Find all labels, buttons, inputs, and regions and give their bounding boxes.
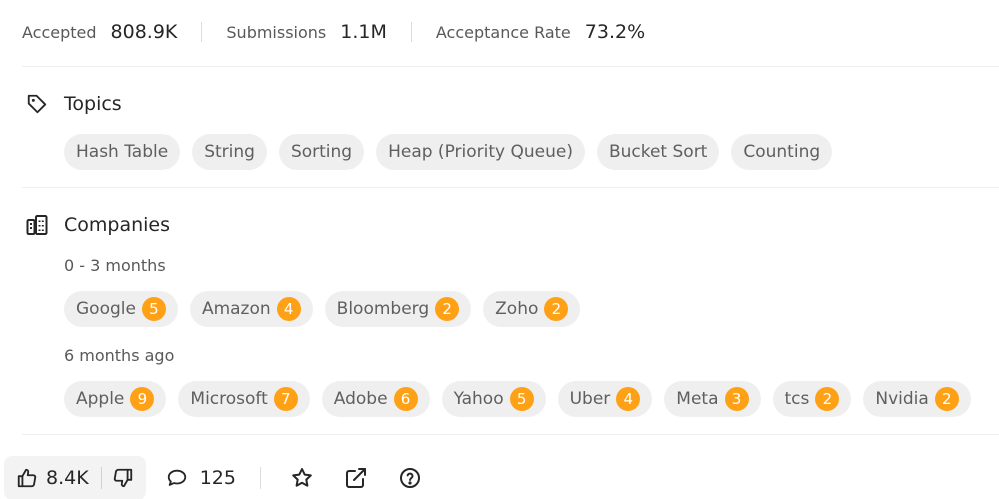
company-count-badge: 9 xyxy=(130,387,155,411)
company-count-badge: 6 xyxy=(393,387,418,411)
company-name: Yahoo xyxy=(453,389,504,409)
company-name: Google xyxy=(76,299,136,319)
divider xyxy=(259,467,261,489)
divider xyxy=(410,22,412,42)
building-icon xyxy=(24,212,50,238)
company-tag[interactable]: Adobe 6 xyxy=(321,381,430,417)
company-tags-recent: Google 5 Amazon 4 Bloomberg 2 Zoho 2 xyxy=(64,291,592,327)
company-tag[interactable]: tcs 2 xyxy=(772,381,852,417)
topics-title: Topics xyxy=(64,93,122,115)
company-count-badge: 3 xyxy=(724,387,749,411)
company-count-badge: 2 xyxy=(435,297,460,321)
company-name: Adobe xyxy=(333,389,388,409)
company-count-badge: 7 xyxy=(273,387,298,411)
company-tag[interactable]: Microsoft 7 xyxy=(178,381,310,417)
company-tag[interactable]: Meta 3 xyxy=(664,381,761,417)
company-name: Zoho xyxy=(495,299,539,319)
topic-tag[interactable]: Sorting xyxy=(278,134,365,170)
company-name: Uber xyxy=(569,389,611,409)
stat-accepted: Accepted 808.9K xyxy=(22,21,177,43)
company-count-badge: 2 xyxy=(815,387,840,411)
help-icon[interactable] xyxy=(397,465,423,491)
company-count-badge: 5 xyxy=(509,387,534,411)
tag-icon xyxy=(24,91,50,117)
group-label: 0 - 3 months xyxy=(64,256,166,275)
company-tag[interactable]: Zoho 2 xyxy=(483,291,581,327)
topic-tags: Hash Table String Sorting Heap (Priority… xyxy=(64,134,844,170)
company-count-badge: 4 xyxy=(616,387,641,411)
topic-tag[interactable]: Hash Table xyxy=(64,134,181,170)
company-tag[interactable]: Bloomberg 2 xyxy=(324,291,472,327)
stat-value: 73.2% xyxy=(584,21,646,43)
company-count-badge: 2 xyxy=(934,387,959,411)
topics-header[interactable]: Topics xyxy=(24,91,122,117)
company-tag[interactable]: Apple 9 xyxy=(64,381,167,417)
stat-submissions: Submissions 1.1M xyxy=(226,21,386,43)
company-tag[interactable]: Google 5 xyxy=(64,291,178,327)
company-name: Amazon xyxy=(201,299,271,319)
comment-icon xyxy=(166,467,188,489)
topic-tag[interactable]: Counting xyxy=(731,134,833,170)
topic-tag[interactable]: Heap (Priority Queue) xyxy=(376,134,585,170)
company-count-badge: 5 xyxy=(141,297,166,321)
comments-button[interactable]: 125 xyxy=(166,467,236,489)
company-tags-older: Apple 9 Microsoft 7 Adobe 6 Yahoo 5 Uber 4 Me… xyxy=(64,381,983,417)
action-bar: 8.4K 125 xyxy=(4,456,423,499)
share-icon[interactable] xyxy=(343,465,369,491)
thumbs-up-icon[interactable] xyxy=(16,467,38,489)
like-count: 8.4K xyxy=(46,467,89,489)
divider xyxy=(22,434,999,435)
divider xyxy=(201,22,203,42)
stat-label: Submissions xyxy=(226,23,327,42)
company-tag[interactable]: Amazon 4 xyxy=(189,291,313,327)
stat-value: 1.1M xyxy=(340,21,387,43)
stat-label: Accepted xyxy=(22,23,97,42)
companies-header[interactable]: Companies xyxy=(24,212,170,238)
company-tag[interactable]: Yahoo 5 xyxy=(441,381,546,417)
topic-tag[interactable]: String xyxy=(192,134,267,170)
stat-acceptance-rate: Acceptance Rate 73.2% xyxy=(436,21,645,43)
company-name: Apple xyxy=(76,389,125,409)
company-count-badge: 2 xyxy=(544,297,569,321)
company-name: Microsoft xyxy=(190,389,268,409)
company-tag[interactable]: Nvidia 2 xyxy=(863,381,971,417)
thumbs-down-icon[interactable] xyxy=(112,467,134,489)
stat-value: 808.9K xyxy=(110,21,178,43)
divider xyxy=(100,467,102,489)
companies-title: Companies xyxy=(64,214,171,236)
stat-label: Acceptance Rate xyxy=(435,23,571,42)
topic-tag[interactable]: Bucket Sort xyxy=(596,134,720,170)
divider xyxy=(22,66,999,67)
group-label: 6 months ago xyxy=(64,346,175,365)
comment-count: 125 xyxy=(199,467,236,489)
star-icon[interactable] xyxy=(289,465,315,491)
company-tag[interactable]: Uber 4 xyxy=(557,381,653,417)
company-count-badge: 4 xyxy=(276,297,301,321)
company-name: Nvidia xyxy=(875,389,929,409)
stats-row: Accepted 808.9K Submissions 1.1M Accepta… xyxy=(22,18,645,46)
vote-box: 8.4K xyxy=(4,456,146,499)
company-name: Bloomberg xyxy=(336,299,430,319)
divider xyxy=(22,187,999,188)
company-name: tcs xyxy=(784,389,810,409)
company-name: Meta xyxy=(676,389,719,409)
